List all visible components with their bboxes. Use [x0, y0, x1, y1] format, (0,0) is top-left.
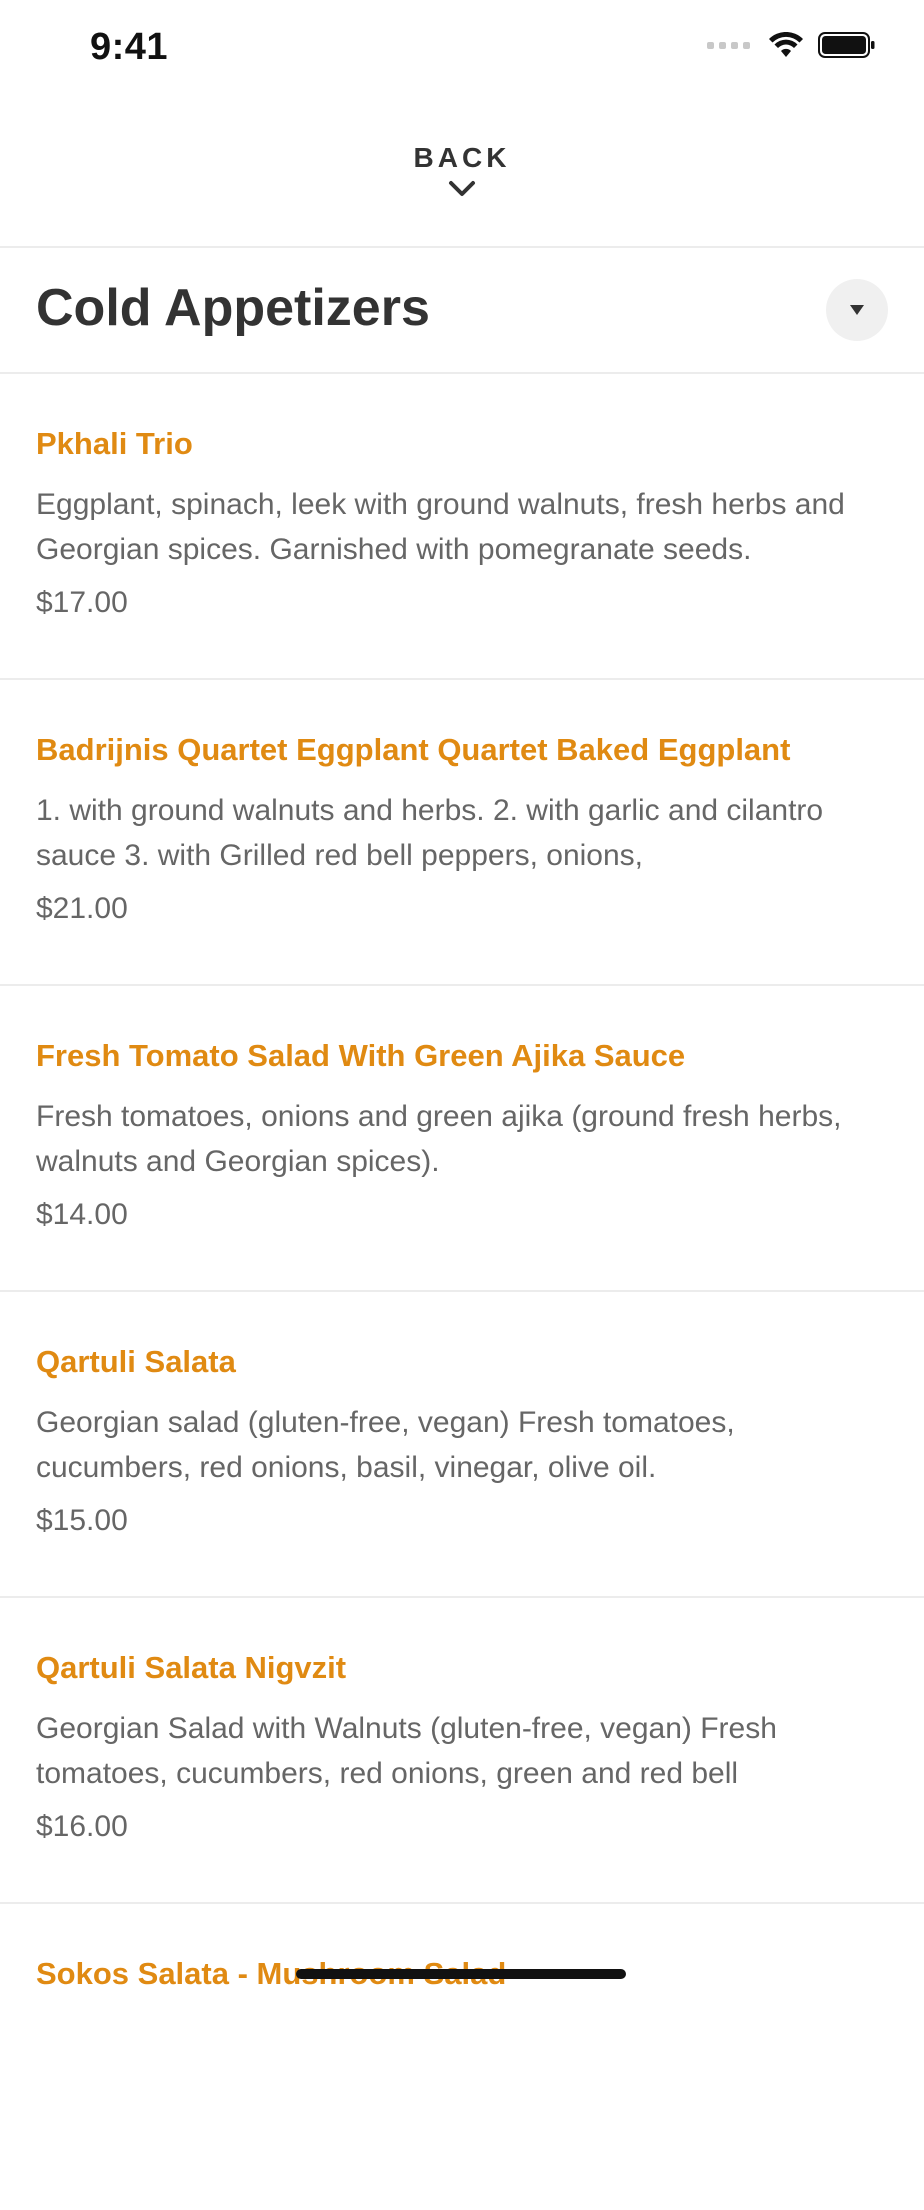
menu-item[interactable]: Sokos Salata - Mushroom Salad	[0, 1904, 924, 2210]
menu-item-description: Eggplant, spinach, leek with ground waln…	[36, 488, 845, 566]
status-bar: 9:41	[0, 0, 924, 100]
menu-item-description: Georgian Salad with Walnuts (gluten-free…	[36, 1712, 777, 1790]
menu-item-name: Qartuli Salata	[36, 1344, 236, 1379]
section-title: Cold Appetizers	[36, 279, 430, 337]
menu-item-price: $17.00	[36, 586, 128, 619]
battery-icon	[818, 32, 875, 58]
back-label: BACK	[413, 142, 511, 173]
menu-item[interactable]: Qartuli Salata Nigvzit Georgian Salad wi…	[0, 1598, 924, 1904]
home-indicator	[296, 1969, 626, 1979]
menu-item-description: Fresh tomatoes, onions and green ajika (…	[36, 1100, 842, 1178]
cellular-signal-icon	[707, 41, 750, 49]
menu-item-name: Badrijnis Quartet Eggplant Quartet Baked…	[36, 732, 791, 767]
menu-item-description: 1. with ground walnuts and herbs. 2. wit…	[36, 794, 824, 872]
section-header: Cold Appetizers	[0, 248, 924, 372]
menu-item[interactable]: Badrijnis Quartet Eggplant Quartet Baked…	[0, 680, 924, 986]
section-collapse-button[interactable]	[826, 279, 888, 341]
chevron-down-icon	[449, 181, 475, 196]
menu-item[interactable]: Fresh Tomato Salad With Green Ajika Sauc…	[0, 986, 924, 1292]
menu-item[interactable]: Pkhali Trio Eggplant, spinach, leek with…	[0, 374, 924, 680]
menu-item-price: $16.00	[36, 1810, 128, 1843]
caret-down-icon	[850, 305, 864, 315]
wifi-icon	[769, 32, 803, 57]
status-icons	[707, 32, 876, 58]
menu-item-price: $14.00	[36, 1198, 128, 1231]
menu-item-description: Georgian salad (gluten-free, vegan) Fres…	[36, 1406, 735, 1484]
menu-item[interactable]: Qartuli Salata Georgian salad (gluten-fr…	[0, 1292, 924, 1598]
menu-item-name: Fresh Tomato Salad With Green Ajika Sauc…	[36, 1038, 686, 1073]
back-button[interactable]: BACK	[0, 100, 924, 246]
menu-item-name: Pkhali Trio	[36, 426, 193, 461]
menu-item-list: Pkhali Trio Eggplant, spinach, leek with…	[0, 374, 924, 2210]
menu-item-price: $15.00	[36, 1504, 128, 1537]
status-time: 9:41	[90, 26, 169, 68]
menu-item-price: $21.00	[36, 892, 128, 925]
menu-item-name: Qartuli Salata Nigvzit	[36, 1650, 347, 1685]
